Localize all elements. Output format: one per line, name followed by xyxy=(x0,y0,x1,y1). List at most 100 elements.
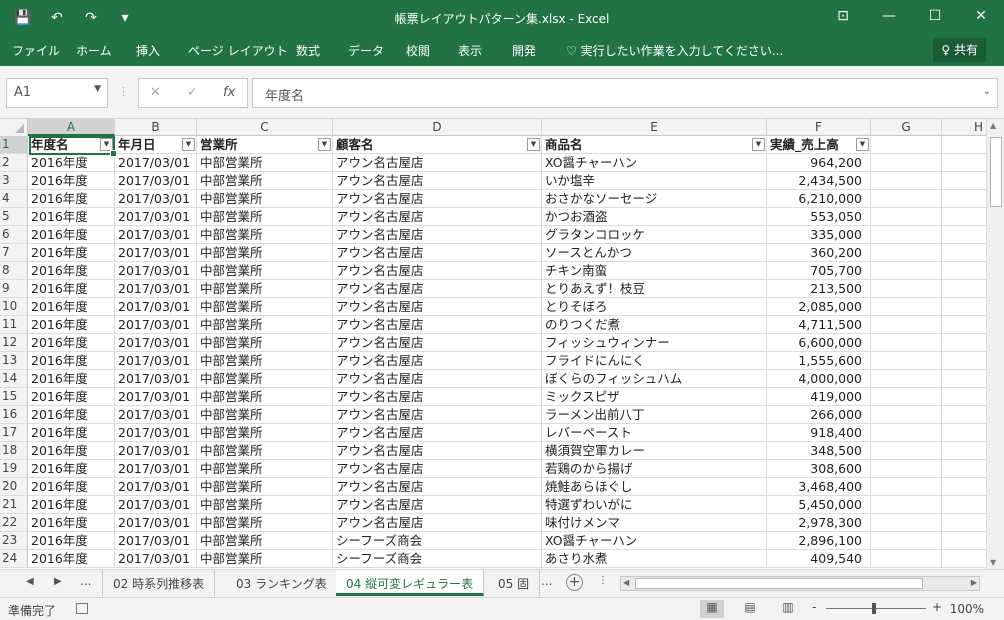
row-header[interactable]: 14 xyxy=(0,370,28,388)
cell-d[interactable]: アウン名古屋店 xyxy=(333,280,542,298)
cell-b[interactable]: 2017/03/01 xyxy=(115,532,197,550)
scroll-down-icon[interactable]: ▼ xyxy=(990,558,996,567)
cell-e[interactable]: とりあえず！枝豆 xyxy=(542,280,767,298)
row-header[interactable]: 2 xyxy=(0,154,28,172)
empty-cell[interactable] xyxy=(871,370,942,388)
cell-a[interactable]: 2016年度 xyxy=(28,244,115,262)
horizontal-scroll-thumb[interactable] xyxy=(635,578,923,589)
cell-b[interactable]: 2017/03/01 xyxy=(115,298,197,316)
empty-cell[interactable] xyxy=(871,532,942,550)
cell-c[interactable]: 中部営業所 xyxy=(197,370,333,388)
empty-cell[interactable] xyxy=(871,280,942,298)
cell-d[interactable]: アウン名古屋店 xyxy=(333,496,542,514)
cell-e[interactable]: 味付けメンマ xyxy=(542,514,767,532)
cell-a[interactable]: 2016年度 xyxy=(28,208,115,226)
column-header-b[interactable]: B xyxy=(115,119,197,136)
cell-a[interactable]: 2016年度 xyxy=(28,406,115,424)
cell-c[interactable]: 中部営業所 xyxy=(197,424,333,442)
cell-d[interactable]: シーフーズ商会 xyxy=(333,550,542,568)
cell-a[interactable]: 2016年度 xyxy=(28,370,115,388)
cell-a[interactable]: 2016年度 xyxy=(28,334,115,352)
cell-f[interactable]: 918,400 xyxy=(767,424,871,442)
cell-c[interactable]: 中部営業所 xyxy=(197,316,333,334)
cell-d[interactable]: アウン名古屋店 xyxy=(333,298,542,316)
cell-e[interactable]: フライドにんにく xyxy=(542,352,767,370)
row-header[interactable]: 15 xyxy=(0,388,28,406)
cell-b[interactable]: 2017/03/01 xyxy=(115,226,197,244)
cell-b[interactable]: 2017/03/01 xyxy=(115,244,197,262)
zoom-in-icon[interactable]: + xyxy=(932,600,942,614)
cell-b[interactable]: 2017/03/01 xyxy=(115,262,197,280)
cell-e[interactable]: ラーメン出前八丁 xyxy=(542,406,767,424)
sheet-next-icon[interactable]: ▶ xyxy=(54,576,62,587)
empty-cell[interactable] xyxy=(942,352,986,370)
cell-f[interactable]: 6,600,000 xyxy=(767,334,871,352)
cell-b[interactable]: 2017/03/01 xyxy=(115,406,197,424)
cell-a[interactable]: 2016年度 xyxy=(28,478,115,496)
cell-d[interactable]: アウン名古屋店 xyxy=(333,442,542,460)
cell-c[interactable]: 中部営業所 xyxy=(197,280,333,298)
normal-view-icon[interactable]: ▦ xyxy=(700,600,724,618)
tab-file[interactable]: ファイル xyxy=(12,42,60,59)
cell-c[interactable]: 中部営業所 xyxy=(197,226,333,244)
cell-d[interactable]: アウン名古屋店 xyxy=(333,208,542,226)
column-header-d[interactable]: D xyxy=(333,119,542,136)
cell-d[interactable]: アウン名古屋店 xyxy=(333,388,542,406)
enter-icon[interactable]: ✓ xyxy=(187,85,198,100)
add-sheet-icon[interactable]: + xyxy=(566,574,583,591)
cell-d[interactable]: シーフーズ商会 xyxy=(333,532,542,550)
row-header[interactable]: 23 xyxy=(0,532,28,550)
cell-f[interactable]: 964,200 xyxy=(767,154,871,172)
cell-f[interactable]: 705,700 xyxy=(767,262,871,280)
row-header[interactable]: 12 xyxy=(0,334,28,352)
cell-f[interactable]: 2,434,500 xyxy=(767,172,871,190)
row-header[interactable]: 17 xyxy=(0,424,28,442)
cell-f[interactable]: 360,200 xyxy=(767,244,871,262)
cell-c[interactable]: 中部営業所 xyxy=(197,532,333,550)
page-break-view-icon[interactable]: ▥ xyxy=(776,600,800,618)
cell-c[interactable]: 中部営業所 xyxy=(197,208,333,226)
column-header-c[interactable]: C xyxy=(197,119,333,136)
cell-c[interactable]: 中部営業所 xyxy=(197,478,333,496)
cell-e[interactable]: おさかなソーセージ xyxy=(542,190,767,208)
sheet-tab-02[interactable]: 02 時系列推移表 xyxy=(102,570,216,596)
cell-e[interactable]: とりそぼろ xyxy=(542,298,767,316)
tab-review[interactable]: 校閲 xyxy=(406,42,430,59)
tell-me-search[interactable]: ♡ 実行したい作業を入力してください... xyxy=(566,42,783,59)
cell-b[interactable]: 2017/03/01 xyxy=(115,496,197,514)
row-header[interactable]: 6 xyxy=(0,226,28,244)
cell-f[interactable]: 4,711,500 xyxy=(767,316,871,334)
cell-d[interactable]: アウン名古屋店 xyxy=(333,172,542,190)
page-layout-view-icon[interactable]: ▤ xyxy=(738,600,762,618)
cell-d[interactable]: アウン名古屋店 xyxy=(333,334,542,352)
empty-cell[interactable] xyxy=(871,424,942,442)
cell-c[interactable]: 中部営業所 xyxy=(197,406,333,424)
cell-f[interactable]: 4,000,000 xyxy=(767,370,871,388)
sheet-tab-05[interactable]: 05 固 xyxy=(488,570,541,596)
cell-d[interactable]: アウン名古屋店 xyxy=(333,154,542,172)
select-all-button[interactable] xyxy=(0,119,28,136)
name-box[interactable]: A1 ▼ xyxy=(6,78,108,108)
tab-formulas[interactable]: 数式 xyxy=(296,42,320,59)
empty-cell[interactable] xyxy=(871,172,942,190)
tab-data[interactable]: データ xyxy=(348,42,384,59)
sheet-more-left[interactable]: ... xyxy=(80,574,91,588)
tab-home[interactable]: ホーム xyxy=(76,42,112,59)
cell-b[interactable]: 2017/03/01 xyxy=(115,442,197,460)
cell-b[interactable]: 2017/03/01 xyxy=(115,514,197,532)
column-header-a[interactable]: A xyxy=(28,119,115,136)
cell-e[interactable]: のりつくだ煮 xyxy=(542,316,767,334)
empty-cell[interactable] xyxy=(871,388,942,406)
cell-c[interactable]: 中部営業所 xyxy=(197,352,333,370)
cell-a[interactable]: 2016年度 xyxy=(28,280,115,298)
empty-cell[interactable] xyxy=(871,316,942,334)
cell-d[interactable]: アウン名古屋店 xyxy=(333,244,542,262)
cell-e[interactable]: いか塩辛 xyxy=(542,172,767,190)
maximize-button[interactable]: ☐ xyxy=(912,0,958,32)
cell-e[interactable]: あさり水煮 xyxy=(542,550,767,568)
expand-formula-bar-icon[interactable]: ⌄ xyxy=(983,86,991,97)
empty-cell[interactable] xyxy=(871,208,942,226)
row-header[interactable]: 19 xyxy=(0,460,28,478)
zoom-out-icon[interactable]: - xyxy=(812,600,816,614)
cell-e[interactable]: フィッシュウィンナー xyxy=(542,334,767,352)
